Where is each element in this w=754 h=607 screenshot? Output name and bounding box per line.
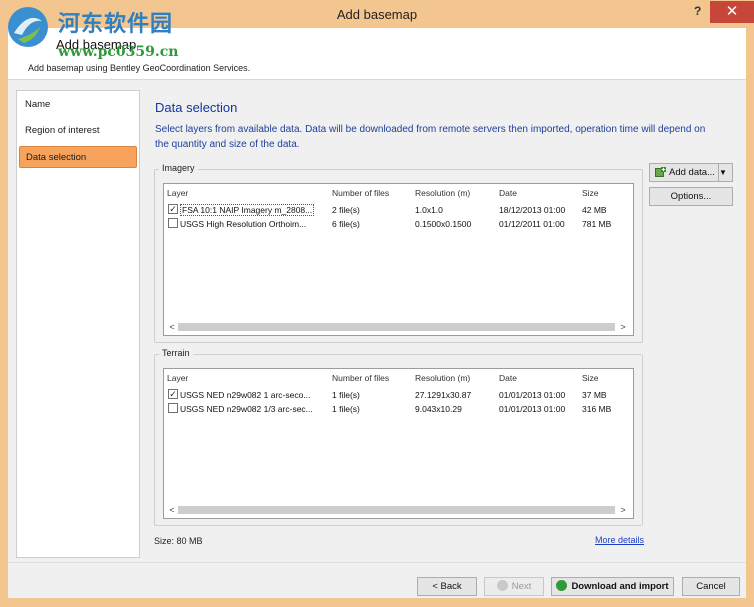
row-resolution: 27.1291x30.87 <box>415 390 472 400</box>
imagery-list-header: Layer Number of files Resolution (m) Dat… <box>164 184 633 202</box>
dialog-window: Add basemap ? ✕ Add basemap Add basemap … <box>0 0 754 607</box>
row-date: 01/01/2013 01:00 <box>499 390 566 400</box>
add-data-label: Add data... <box>669 167 715 178</box>
terrain-group: Terrain Layer Number of files Resolution… <box>154 348 643 526</box>
row-resolution: 0.1500x0.1500 <box>415 219 472 229</box>
terrain-list-header: Layer Number of files Resolution (m) Dat… <box>164 369 633 387</box>
row-size: 781 MB <box>582 219 612 229</box>
column-header-files[interactable]: Number of files <box>332 188 389 198</box>
column-header-resolution[interactable]: Resolution (m) <box>415 188 470 198</box>
header-subtitle: Add basemap using Bentley GeoCoordinatio… <box>28 63 251 73</box>
cancel-button[interactable]: Cancel <box>682 577 740 596</box>
row-layer: USGS NED n29w082 1/3 arc-sec... <box>180 404 313 414</box>
download-button-label: Download and import <box>571 581 669 592</box>
watermark-title: 河东软件园 <box>58 11 174 37</box>
table-row[interactable]: USGS NED n29w082 1/3 arc-sec... 1 file(s… <box>164 402 633 416</box>
scroll-left-icon[interactable]: < <box>166 321 178 333</box>
add-data-button[interactable]: Add data... ▼ <box>649 163 733 182</box>
more-details-link[interactable]: More details <box>595 535 644 545</box>
column-header-resolution[interactable]: Resolution (m) <box>415 373 470 383</box>
imagery-group-label: Imagery <box>159 163 198 173</box>
imagery-horizontal-scrollbar[interactable]: < > <box>164 319 633 335</box>
row-checkbox[interactable]: ✓ <box>168 204 178 214</box>
total-size-label: Size: 80 MB <box>154 536 203 546</box>
row-files: 2 file(s) <box>332 205 360 215</box>
row-files: 1 file(s) <box>332 404 360 414</box>
next-arrow-icon <box>496 580 508 591</box>
row-layer: FSA 10:1 NAIP Imagery m_2808... <box>180 204 315 216</box>
scroll-thumb[interactable] <box>178 323 615 331</box>
terrain-list[interactable]: Layer Number of files Resolution (m) Dat… <box>163 368 634 519</box>
chevron-down-icon[interactable]: ▼ <box>718 164 732 181</box>
terrain-horizontal-scrollbar[interactable]: < > <box>164 502 633 518</box>
row-date: 18/12/2013 01:00 <box>499 205 566 215</box>
row-files: 1 file(s) <box>332 390 360 400</box>
sidebar-item-region-of-interest[interactable]: Region of interest <box>19 120 137 142</box>
sidebar-item-data-selection[interactable]: Data selection <box>19 146 137 168</box>
imagery-group: Imagery Layer Number of files Resolution… <box>154 163 643 343</box>
column-header-files[interactable]: Number of files <box>332 373 389 383</box>
imagery-list[interactable]: Layer Number of files Resolution (m) Dat… <box>163 183 634 336</box>
next-button-label: Next <box>511 581 532 592</box>
column-header-size[interactable]: Size <box>582 188 599 198</box>
terrain-group-label: Terrain <box>159 348 193 358</box>
row-size: 316 MB <box>582 404 612 414</box>
data-selection-panel: Data selection Select layers from availa… <box>146 90 746 558</box>
section-description: Select layers from available data. Data … <box>155 124 706 150</box>
scroll-right-icon[interactable]: > <box>617 504 629 516</box>
wizard-footer: < Back Next Download and import Cancel <box>8 562 746 598</box>
watermark-url: www.pc0359.cn <box>58 44 179 60</box>
scroll-right-icon[interactable]: > <box>617 321 629 333</box>
row-checkbox[interactable]: ✓ <box>168 389 178 399</box>
row-size: 37 MB <box>582 390 607 400</box>
row-resolution: 9.043x10.29 <box>415 404 462 414</box>
row-date: 01/01/2013 01:00 <box>499 404 566 414</box>
table-row[interactable]: ✓ FSA 10:1 NAIP Imagery m_2808... 2 file… <box>164 203 633 217</box>
row-files: 6 file(s) <box>332 219 360 229</box>
section-title: Data selection <box>155 100 238 115</box>
table-row[interactable]: USGS High Resolution Orthoim... 6 file(s… <box>164 217 633 231</box>
row-size: 42 MB <box>582 205 607 215</box>
download-arrow-icon <box>556 580 568 591</box>
wizard-steps-sidebar: Name Region of interest Data selection <box>16 90 140 558</box>
add-data-icon <box>655 167 666 177</box>
row-checkbox[interactable] <box>168 403 178 413</box>
close-button[interactable]: ✕ <box>710 1 754 23</box>
row-resolution: 1.0x1.0 <box>415 205 443 215</box>
column-header-layer[interactable]: Layer <box>167 188 188 198</box>
watermark-logo-icon <box>8 7 48 47</box>
options-button[interactable]: Options... <box>649 187 733 206</box>
row-layer: USGS High Resolution Orthoim... <box>180 219 307 229</box>
back-button[interactable]: < Back <box>417 577 477 596</box>
column-header-date[interactable]: Date <box>499 373 517 383</box>
sidebar-item-name[interactable]: Name <box>19 94 137 116</box>
row-checkbox[interactable] <box>168 218 178 228</box>
download-and-import-button[interactable]: Download and import <box>551 577 674 596</box>
next-button[interactable]: Next <box>484 577 544 596</box>
row-date: 01/12/2011 01:00 <box>499 219 565 229</box>
help-button[interactable]: ? <box>694 4 701 18</box>
scroll-thumb[interactable] <box>178 506 615 514</box>
column-header-size[interactable]: Size <box>582 373 599 383</box>
column-header-layer[interactable]: Layer <box>167 373 188 383</box>
scroll-left-icon[interactable]: < <box>166 504 178 516</box>
column-header-date[interactable]: Date <box>499 188 517 198</box>
row-layer: USGS NED n29w082 1 arc-seco... <box>180 390 311 400</box>
table-row[interactable]: ✓ USGS NED n29w082 1 arc-seco... 1 file(… <box>164 388 633 402</box>
